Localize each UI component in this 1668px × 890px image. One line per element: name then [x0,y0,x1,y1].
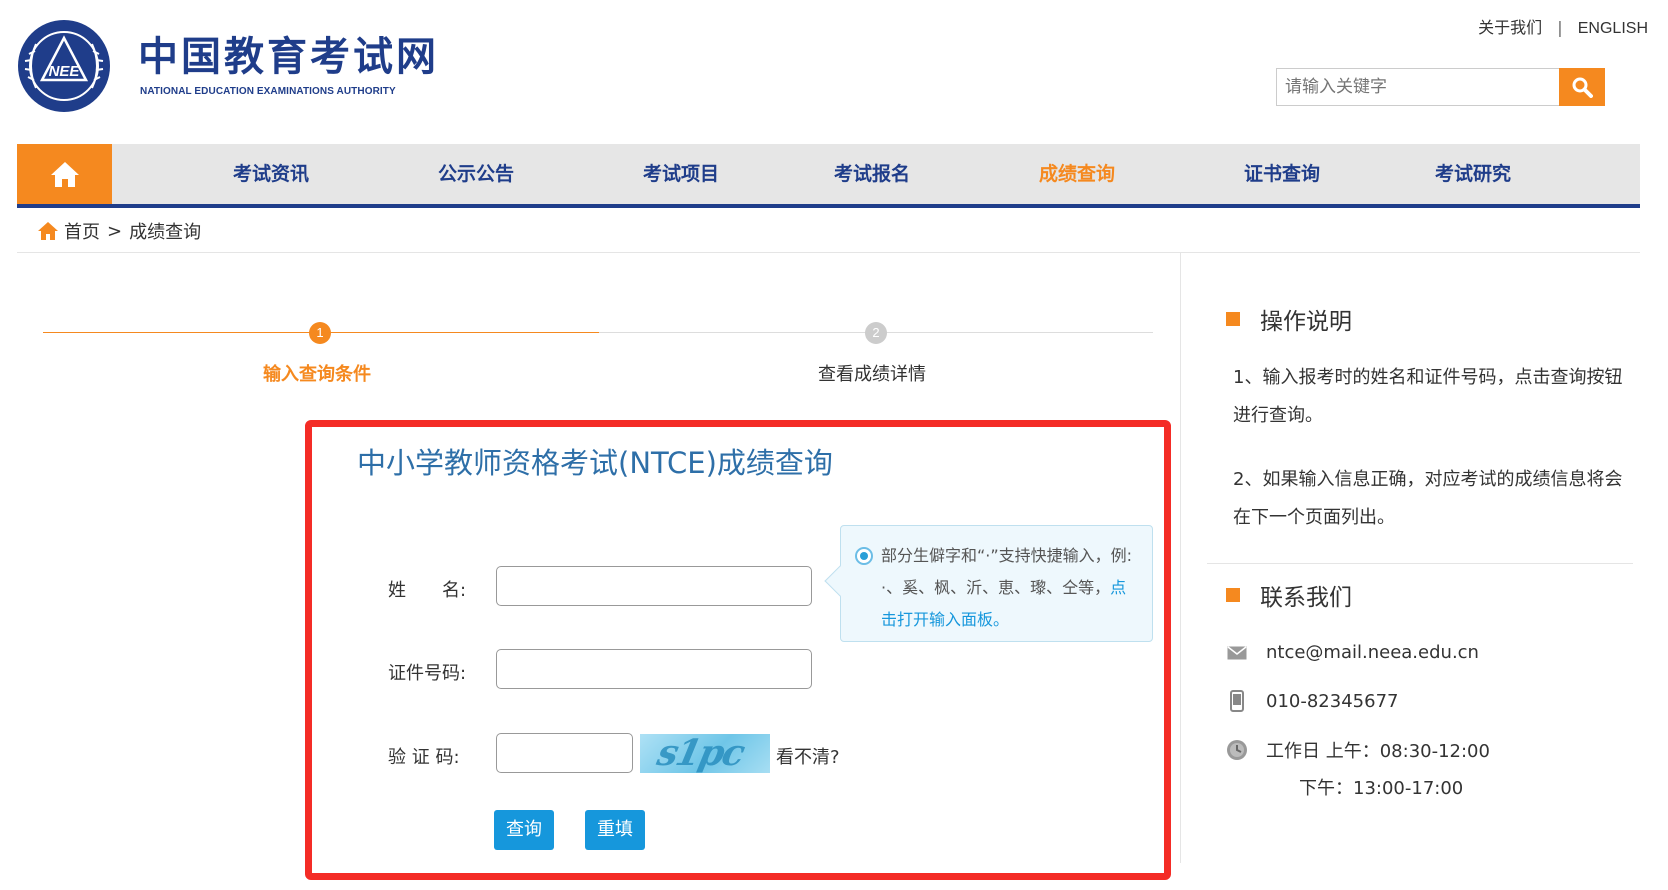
captcha-label: 验 证 码: [388,747,460,768]
nav-item-exam-news[interactable]: 考试资讯 [233,144,309,204]
sidebar-section-divider [1207,563,1633,564]
site-logo-title[interactable]: 中国教育考试网 [138,34,439,80]
home-icon [38,222,58,240]
nav-item-score-query[interactable]: 成绩查询 [1039,144,1115,204]
contact-hours-pm-row: 下午：13:00-17:00 [1299,774,1463,800]
home-icon [50,162,79,187]
step-1-label: 输入查询条件 [263,364,371,385]
captcha-refresh-link[interactable]: 看不清? [776,743,840,769]
search-button[interactable] [1559,68,1605,106]
mail-icon [1227,645,1247,659]
sidebar-divider [1180,253,1181,863]
clock-icon [1227,740,1247,760]
orange-square-icon [1226,312,1240,326]
search-input[interactable] [1277,69,1559,105]
contact-title: 联系我们 [1260,585,1352,611]
query-button[interactable]: 查询 [494,810,554,850]
captcha-input[interactable] [496,733,633,773]
step-2-label: 查看成绩详情 [818,364,926,385]
contact-hours-row: 工作日 上午：08:30-12:00 [1226,737,1490,763]
link-separator: | [1557,18,1563,37]
breadcrumb-current: 成绩查询 [129,222,202,243]
instruction-1: 1、输入报考时的姓名和证件号码，点击查询按钮进行查询。 [1233,367,1623,426]
top-links: 关于我们 | ENGLISH [1478,14,1648,38]
step-1-marker: 1 [309,322,331,344]
main-nav: 考试资讯 公示公告 考试项目 考试报名 成绩查询 证书查询 考试研究 [17,144,1640,208]
breadcrumb-home[interactable]: 首页 [64,218,100,244]
nav-item-exam-research[interactable]: 考试研究 [1435,144,1511,204]
breadcrumb: 首页 > 成绩查询 [37,218,201,244]
captcha-text: s1pc [653,734,747,773]
id-number-input[interactable] [496,649,812,689]
contact-email[interactable]: ntce@mail.neea.edu.cn [1266,642,1479,663]
tooltip-text: 部分生僻字和“·”支持快捷输入，例: ·、奚、枫、沂、恵、瓈、仝等， [881,546,1133,597]
captcha-image[interactable]: s1pc [640,734,770,773]
neea-logo-emblem[interactable]: NEE [16,18,112,114]
instructions-heading: 操作说明 [1226,302,1352,336]
contact-heading: 联系我们 [1226,578,1352,612]
step-2-marker: 2 [865,322,887,344]
reset-button[interactable]: 重填 [585,810,645,850]
form-title: 中小学教师资格考试(NTCE)成绩查询 [357,446,833,480]
orange-square-icon [1226,588,1240,602]
search-box [1276,68,1605,106]
instructions-title: 操作说明 [1260,309,1352,335]
name-input[interactable] [496,566,812,606]
nav-item-exam-projects[interactable]: 考试项目 [643,144,719,204]
nav-item-certificate-query[interactable]: 证书查询 [1244,144,1320,204]
nav-item-registration[interactable]: 考试报名 [834,144,910,204]
header-divider [17,252,1640,253]
about-us-link[interactable]: 关于我们 [1478,14,1542,38]
instruction-2: 2、如果输入信息正确，对应考试的成绩信息将会在下一个页面列出。 [1233,469,1623,528]
id-number-label: 证件号码: [388,663,467,684]
site-logo-subtitle: NATIONAL EDUCATION EXAMINATIONS AUTHORIT… [140,86,396,97]
nav-home-button[interactable] [17,144,112,204]
rare-char-tooltip: 部分生僻字和“·”支持快捷输入，例: ·、奚、枫、沂、恵、瓈、仝等，点击打开输入… [824,525,1153,642]
breadcrumb-separator: > [107,220,123,242]
contact-phone: 010-82345677 [1266,690,1399,712]
contact-email-row: ntce@mail.neea.edu.cn [1226,642,1479,663]
contact-hours-am: 工作日 上午：08:30-12:00 [1266,741,1490,762]
english-link[interactable]: ENGLISH [1578,20,1648,38]
info-radio-icon [855,547,873,565]
contact-phone-row: 010-82345677 [1226,690,1398,712]
name-label: 姓 名: [388,580,467,601]
nav-item-announcements[interactable]: 公示公告 [438,144,514,204]
contact-hours-pm: 下午：13:00-17:00 [1299,778,1464,799]
search-icon [1572,77,1593,98]
svg-text:NEE: NEE [49,63,81,80]
phone-icon [1230,690,1244,712]
